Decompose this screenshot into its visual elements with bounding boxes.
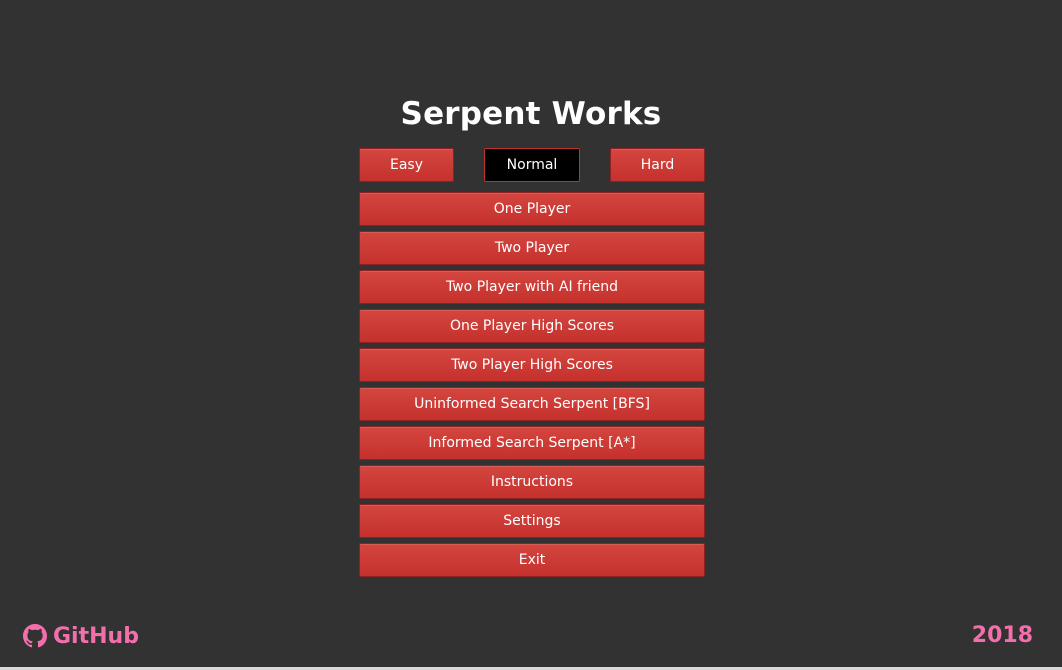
one-player-high-scores-button[interactable]: One Player High Scores: [359, 309, 705, 343]
github-icon: [23, 624, 47, 648]
settings-button[interactable]: Settings: [359, 504, 705, 538]
one-player-button[interactable]: One Player: [359, 192, 705, 226]
github-label: GitHub: [53, 623, 139, 649]
difficulty-hard-button[interactable]: Hard: [610, 148, 705, 182]
difficulty-normal-button[interactable]: Normal: [484, 148, 580, 182]
instructions-button[interactable]: Instructions: [359, 465, 705, 499]
two-player-high-scores-button[interactable]: Two Player High Scores: [359, 348, 705, 382]
exit-button[interactable]: Exit: [359, 543, 705, 577]
app-title: Serpent Works: [400, 96, 662, 132]
two-player-ai-friend-button[interactable]: Two Player with AI friend: [359, 270, 705, 304]
uninformed-search-serpent-button[interactable]: Uninformed Search Serpent [BFS]: [359, 387, 705, 421]
two-player-button[interactable]: Two Player: [359, 231, 705, 265]
difficulty-easy-button[interactable]: Easy: [359, 148, 454, 182]
github-link[interactable]: GitHub: [23, 620, 139, 652]
informed-search-serpent-button[interactable]: Informed Search Serpent [A*]: [359, 426, 705, 460]
year-label: 2018: [971, 623, 1033, 648]
